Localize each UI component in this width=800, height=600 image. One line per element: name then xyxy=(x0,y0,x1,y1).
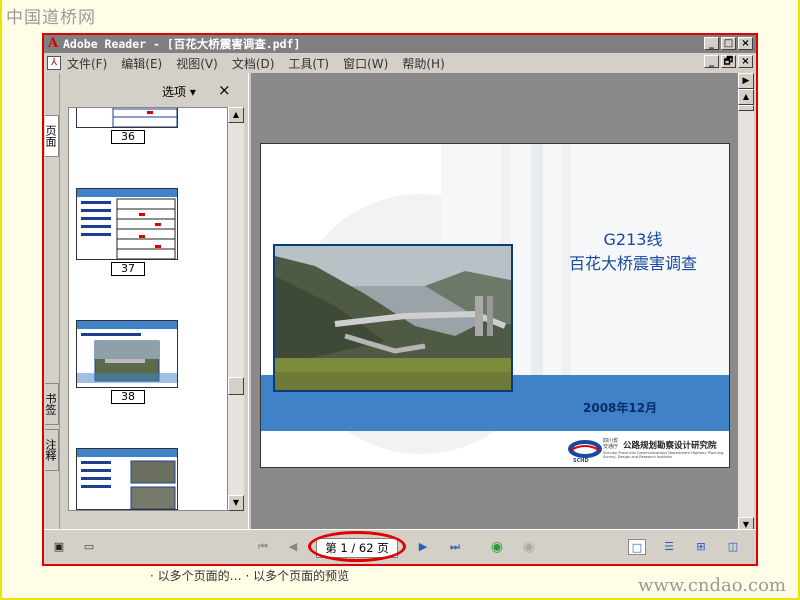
site-watermark-url: www.cndao.com xyxy=(638,575,786,596)
scroll-thumb[interactable] xyxy=(228,377,244,395)
next-page-button[interactable]: ▶ xyxy=(414,539,432,555)
thumbnail-image xyxy=(76,188,178,260)
thumbnail-image xyxy=(76,320,178,388)
doc-minimize-button[interactable]: _ xyxy=(704,55,719,68)
doc-scroll-thumb[interactable] xyxy=(738,105,754,111)
last-page-button[interactable]: ⏭ xyxy=(446,539,464,555)
doc-close-button[interactable]: × xyxy=(738,55,753,68)
document-scrollbar[interactable]: ▶ ▲ ▼ xyxy=(738,73,754,533)
thumbnail-page-39[interactable] xyxy=(76,448,180,510)
scroll-up-button[interactable]: ▲ xyxy=(228,107,244,123)
org-abbrev: SCHD xyxy=(573,458,589,464)
close-panel-button[interactable]: × xyxy=(218,81,231,99)
single-page-layout-icon[interactable]: □ xyxy=(628,539,646,555)
menu-bar: ⅄ 文件(F) 编辑(E) 视图(V) 文档(D) 工具(T) 窗口(W) 帮助… xyxy=(44,53,756,73)
org-prefix: 四川省 交通厅 xyxy=(603,438,619,450)
go-forward-icon[interactable]: ◉ xyxy=(520,539,538,555)
menu-window[interactable]: 窗口(W) xyxy=(343,55,388,72)
go-back-icon[interactable]: ◉ xyxy=(488,539,506,555)
menu-tools[interactable]: 工具(T) xyxy=(288,55,329,72)
screen-mode-icon[interactable]: ▣ xyxy=(50,539,68,555)
document-icon[interactable]: ⅄ xyxy=(47,56,61,70)
menu-help[interactable]: 帮助(H) xyxy=(402,55,444,72)
single-page-icon[interactable]: ▭ xyxy=(80,539,98,555)
first-page-button[interactable]: ⏮ xyxy=(254,539,272,555)
tab-comments[interactable]: 注释 xyxy=(44,429,59,471)
menu-file[interactable]: 文件(F) xyxy=(67,55,107,72)
thumbnail-graphic xyxy=(77,189,177,259)
window-title: Adobe Reader - [百花大桥震害调查.pdf] xyxy=(63,37,301,51)
slide-title: G213线 百花大桥震害调查 xyxy=(543,228,723,276)
continuous-layout-icon[interactable]: ☰ xyxy=(660,539,678,555)
close-button[interactable]: × xyxy=(738,37,753,50)
thumbnails-scrollbar[interactable]: ▲ ▼ xyxy=(228,107,244,511)
thumbnail-graphic xyxy=(77,108,177,127)
thumbnail-graphic xyxy=(77,449,177,509)
page-thumbnails[interactable]: 36 37 38 xyxy=(68,107,228,511)
site-watermark-logo: 中国道桥网 xyxy=(6,8,96,28)
navigation-tabs: 页面 书签 注释 xyxy=(44,73,60,533)
pages-panel-header: 选项 ▾ × xyxy=(60,73,248,107)
continuous-facing-layout-icon[interactable]: ⊞ xyxy=(692,539,710,555)
slide-title-line1: G213线 xyxy=(603,230,663,249)
scroll-right-button[interactable]: ▶ xyxy=(738,73,754,89)
maximize-button[interactable]: □ xyxy=(721,37,736,50)
title-bar[interactable]: A Adobe Reader - [百花大桥震害调查.pdf] _ □ × xyxy=(44,35,756,53)
previous-page-button[interactable]: ◀ xyxy=(284,539,302,555)
slide-title-line2: 百花大桥震害调查 xyxy=(568,254,697,273)
thumbnail-label: 36 xyxy=(111,130,145,144)
document-view[interactable]: G213线 百花大桥震害调查 2008年12月 SCHD 四川省 交通厅 公路规… xyxy=(252,73,738,533)
thumbnail-graphic xyxy=(77,321,177,387)
org-name-cn: 公路规划勘察设计研究院 xyxy=(623,441,717,451)
highlight-circle xyxy=(308,531,406,562)
thumbnail-image xyxy=(76,448,178,510)
thumbnail-page-36[interactable]: 36 xyxy=(76,108,180,144)
institute-logo: SCHD 四川省 交通厅 公路规划勘察设计研究院 Sichuan Provinc… xyxy=(567,438,727,464)
thumbnail-label: 37 xyxy=(111,262,145,276)
menu-view[interactable]: 视图(V) xyxy=(176,55,218,72)
scroll-down-button[interactable]: ▼ xyxy=(228,495,244,511)
org-name-en: Sichuan Provincial Communications Depart… xyxy=(603,451,725,460)
tab-bookmarks[interactable]: 书签 xyxy=(44,383,59,425)
underlying-page-text: · 以多个页面的… · 以多个页面的预览 xyxy=(150,569,350,583)
menu-edit[interactable]: 编辑(E) xyxy=(121,55,162,72)
minimize-button[interactable]: _ xyxy=(704,37,719,50)
thumbnail-page-38[interactable]: 38 xyxy=(76,320,180,404)
bridge-photo-graphic xyxy=(275,246,511,390)
doc-scroll-up-button[interactable]: ▲ xyxy=(738,89,754,105)
status-bar: ▣ ▭ ⏮ ◀ 第 1 / 62 页 ▶ ⏭ ◉ ◉ □ ☰ ⊞ ◫ xyxy=(44,529,756,564)
thumbnail-label: 38 xyxy=(111,390,145,404)
acrobat-logo-icon: A xyxy=(48,36,59,51)
tab-pages[interactable]: 页面 xyxy=(44,115,59,157)
slide-date: 2008年12月 xyxy=(583,401,658,415)
facing-layout-icon[interactable]: ◫ xyxy=(724,539,742,555)
window-controls: _ □ × xyxy=(704,37,753,50)
menu-document[interactable]: 文档(D) xyxy=(232,55,275,72)
thumbnail-image xyxy=(76,108,178,128)
pages-panel: 选项 ▾ × 36 37 38 ▲ ▼ xyxy=(60,73,248,533)
doc-restore-button[interactable]: 🗗 xyxy=(721,55,736,68)
thumbnail-page-37[interactable]: 37 xyxy=(76,188,180,276)
adobe-reader-window: A Adobe Reader - [百花大桥震害调查.pdf] _ □ × ⅄ … xyxy=(42,33,758,566)
bridge-damage-photo xyxy=(273,244,513,392)
document-window-controls: _ 🗗 × xyxy=(704,55,753,68)
options-dropdown[interactable]: 选项 ▾ xyxy=(162,83,196,100)
pdf-page: G213线 百花大桥震害调查 2008年12月 SCHD 四川省 交通厅 公路规… xyxy=(260,143,730,468)
workspace: 页面 书签 注释 选项 ▾ × 36 37 38 ▲ ▼ G213线 百花大桥震… xyxy=(44,73,756,533)
